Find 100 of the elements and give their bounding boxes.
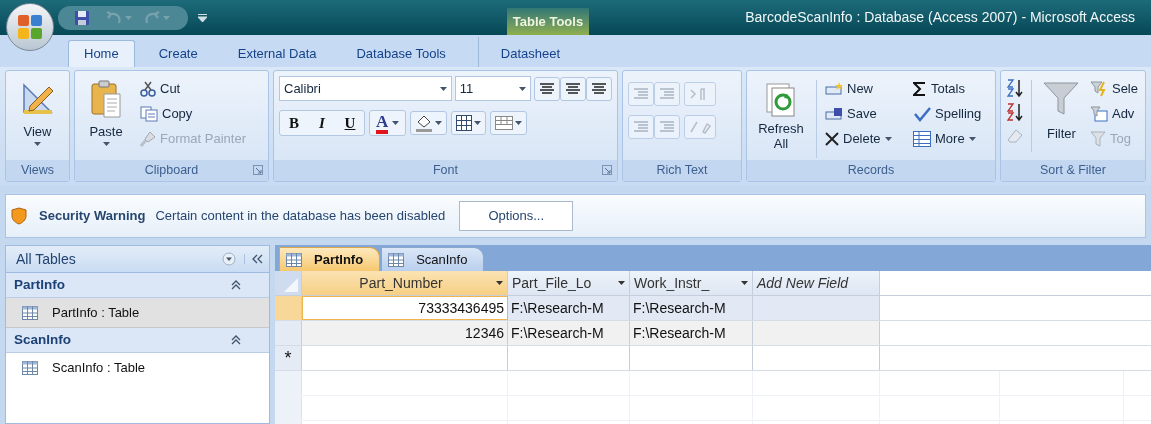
caret-icon <box>392 121 400 125</box>
ribbon-tab[interactable]: Create <box>142 40 214 67</box>
table-cell: F:\Research-M <box>630 296 753 320</box>
collapse-pane-button[interactable] <box>244 254 263 264</box>
table-cell: F:\Research-M <box>508 321 630 345</box>
spelling-check-icon <box>913 105 931 122</box>
view-button[interactable]: View <box>11 76 64 146</box>
advanced-filter-button[interactable]: Adv <box>1087 101 1140 126</box>
caret-icon <box>884 136 892 141</box>
align-left-button[interactable] <box>534 76 560 101</box>
dropdown-circle-icon <box>222 252 236 266</box>
ribbon-tab[interactable]: Home <box>68 40 135 67</box>
row-color-button[interactable] <box>490 111 528 135</box>
options-button[interactable]: Options... <box>459 201 574 231</box>
paste-button[interactable]: Paste <box>80 76 132 146</box>
table-rows-icon <box>495 116 514 130</box>
caret-icon <box>163 15 170 20</box>
funnel-icon <box>1089 130 1106 147</box>
refresh-all-button[interactable]: Refresh All <box>752 76 810 151</box>
copy-button[interactable]: Copy <box>138 101 248 126</box>
cut-button[interactable]: Cut <box>138 76 248 101</box>
sort-ascending-icon <box>1006 78 1024 98</box>
table-icon <box>388 252 405 267</box>
highlighter-icon <box>689 120 711 134</box>
align-center-button[interactable] <box>560 76 586 101</box>
column-header[interactable]: Part_Number <box>302 271 508 295</box>
table-icon <box>22 361 38 375</box>
paintbrush-icon <box>140 130 156 147</box>
double-chevron-left-icon <box>251 254 263 264</box>
shield-icon <box>11 207 27 225</box>
indent-icon <box>633 87 649 101</box>
double-chevron-up-icon <box>231 280 241 290</box>
pane-title[interactable]: All Tables <box>16 248 76 270</box>
font-size-field[interactable]: 11 <box>454 76 531 101</box>
sort-descending-button[interactable] <box>1006 102 1024 122</box>
pane-menu-button[interactable] <box>222 252 236 266</box>
bold-button[interactable]: B <box>280 111 308 135</box>
ribbon-tab[interactable]: Database Tools <box>340 40 462 67</box>
customize-toolbar-button[interactable] <box>198 13 207 22</box>
delete-record-button[interactable]: Delete <box>823 126 911 151</box>
nav-item[interactable]: PartInfo : Table <box>6 298 269 328</box>
caret-icon <box>474 121 482 125</box>
nav-group-header[interactable]: ScanInfo <box>6 328 269 353</box>
double-chevron-up-icon <box>231 335 241 345</box>
list-icon <box>659 120 675 134</box>
table-icon <box>22 305 38 320</box>
save-record-button[interactable]: Save <box>823 101 911 126</box>
ribbon-tab[interactable]: External Data <box>221 40 333 67</box>
align-left-icon <box>539 82 555 95</box>
table-cell: F:\Research-M <box>508 296 630 320</box>
align-right-button[interactable] <box>586 76 612 101</box>
new-record-button[interactable]: New <box>823 76 911 101</box>
caret-icon <box>515 121 523 125</box>
caret-icon <box>968 136 976 141</box>
caret-icon <box>102 141 110 146</box>
totals-button[interactable]: Totals <box>911 76 984 101</box>
save-button[interactable] <box>74 9 90 26</box>
filter-form-icon <box>1089 105 1108 122</box>
nav-group-header[interactable]: PartInfo <box>6 273 269 298</box>
list-icon <box>633 120 649 134</box>
caret-icon <box>519 86 526 91</box>
sort-descending-icon <box>1006 102 1024 122</box>
group-label: Records <box>847 162 895 180</box>
security-warning-title: Security Warning <box>39 207 146 226</box>
underline-button[interactable]: U <box>336 111 364 135</box>
office-button[interactable] <box>6 3 54 51</box>
document-tab[interactable]: PartInfo <box>279 247 381 271</box>
column-header[interactable]: Add New Field <box>753 271 880 295</box>
dialog-launcher-button[interactable] <box>253 165 263 175</box>
selection-button[interactable]: Sele <box>1087 76 1140 101</box>
refresh-icon <box>765 82 797 118</box>
sigma-icon <box>913 81 927 96</box>
document-tab[interactable]: ScanInfo <box>381 247 485 271</box>
lightning-filter-icon <box>1089 80 1108 97</box>
more-button[interactable]: More <box>911 126 984 151</box>
security-warning-message: Certain content in the database has been disabled <box>155 207 446 226</box>
corner-triangle-icon <box>284 278 298 292</box>
font-color-button[interactable]: A <box>369 110 407 136</box>
dialog-launcher-button[interactable] <box>602 165 612 175</box>
italic-button[interactable]: I <box>308 111 336 135</box>
caret-icon <box>439 86 447 91</box>
font-name-field[interactable]: Calibri <box>279 76 452 101</box>
record-selector[interactable]: * <box>275 346 302 370</box>
sort-ascending-button[interactable] <box>1006 78 1024 98</box>
caret-icon <box>125 15 132 20</box>
filter-button[interactable]: Filter <box>1038 76 1084 144</box>
column-header[interactable]: Work_Instr_ <box>630 271 753 295</box>
ribbon-tab[interactable]: Datasheet <box>484 40 577 67</box>
dialog-launcher-icon <box>602 165 612 175</box>
group-label: Views <box>20 162 55 180</box>
copy-icon <box>140 105 158 122</box>
table-cell: 12346 <box>302 321 508 345</box>
fill-color-button[interactable] <box>410 111 448 135</box>
spelling-button[interactable]: Spelling <box>911 101 984 126</box>
column-header[interactable]: Part_File_Lo <box>508 271 630 295</box>
caret-icon <box>618 281 625 285</box>
caret-icon <box>496 281 503 285</box>
table-cell: 73333436495 <box>302 296 508 320</box>
gridlines-button[interactable] <box>451 111 487 135</box>
align-center-icon <box>565 82 581 95</box>
